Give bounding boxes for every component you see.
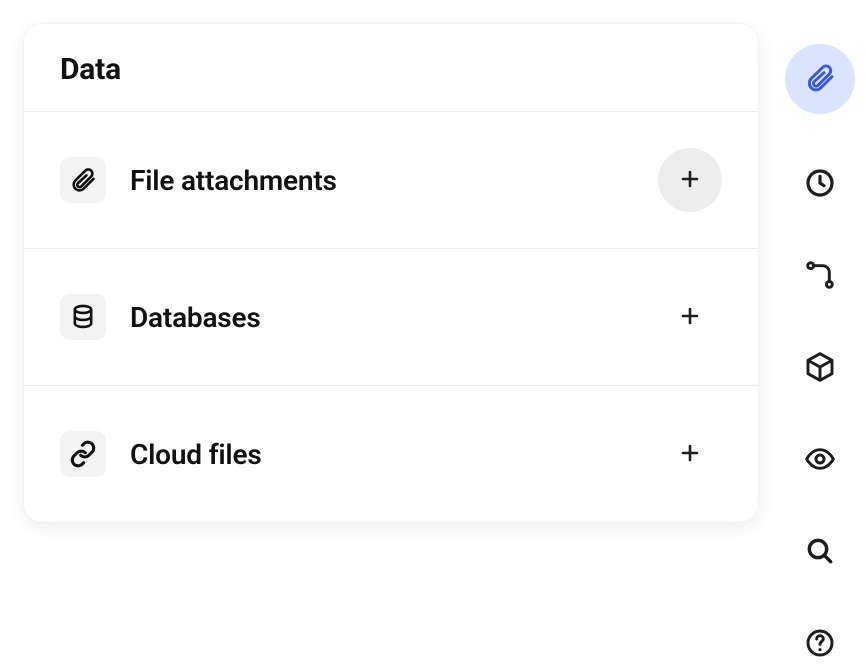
panel-title: Data bbox=[60, 52, 722, 87]
row-label: Databases bbox=[130, 301, 634, 334]
route-icon bbox=[804, 259, 836, 294]
add-databases-button[interactable] bbox=[658, 285, 722, 349]
sidebar-item-help[interactable] bbox=[798, 622, 842, 666]
sidebar-item-route[interactable] bbox=[798, 254, 842, 298]
sidebar-item-history[interactable] bbox=[798, 162, 842, 206]
database-icon bbox=[60, 294, 106, 340]
plus-icon bbox=[678, 167, 702, 194]
row-label: File attachments bbox=[130, 164, 634, 197]
help-icon bbox=[804, 627, 836, 662]
paperclip-icon bbox=[804, 62, 836, 97]
panel-header: Data bbox=[24, 24, 758, 112]
row-file-attachments[interactable]: File attachments bbox=[24, 112, 758, 249]
row-label: Cloud files bbox=[130, 438, 634, 471]
sidebar-item-data[interactable] bbox=[785, 44, 855, 114]
right-sidebar bbox=[774, 0, 866, 666]
clock-icon bbox=[804, 167, 836, 202]
sidebar-item-search[interactable] bbox=[798, 530, 842, 574]
sidebar-item-packages[interactable] bbox=[798, 346, 842, 390]
data-panel: Data File attachments Databases Cloud fi… bbox=[24, 24, 758, 522]
paperclip-icon bbox=[60, 157, 106, 203]
eye-icon bbox=[804, 443, 836, 478]
add-cloud-files-button[interactable] bbox=[658, 422, 722, 486]
add-file-attachments-button[interactable] bbox=[658, 148, 722, 212]
plus-icon bbox=[678, 304, 702, 331]
package-icon bbox=[804, 351, 836, 386]
sidebar-item-preview[interactable] bbox=[798, 438, 842, 482]
row-databases[interactable]: Databases bbox=[24, 249, 758, 386]
search-icon bbox=[804, 535, 836, 570]
plus-icon bbox=[678, 441, 702, 468]
link-icon bbox=[60, 431, 106, 477]
row-cloud-files[interactable]: Cloud files bbox=[24, 386, 758, 522]
